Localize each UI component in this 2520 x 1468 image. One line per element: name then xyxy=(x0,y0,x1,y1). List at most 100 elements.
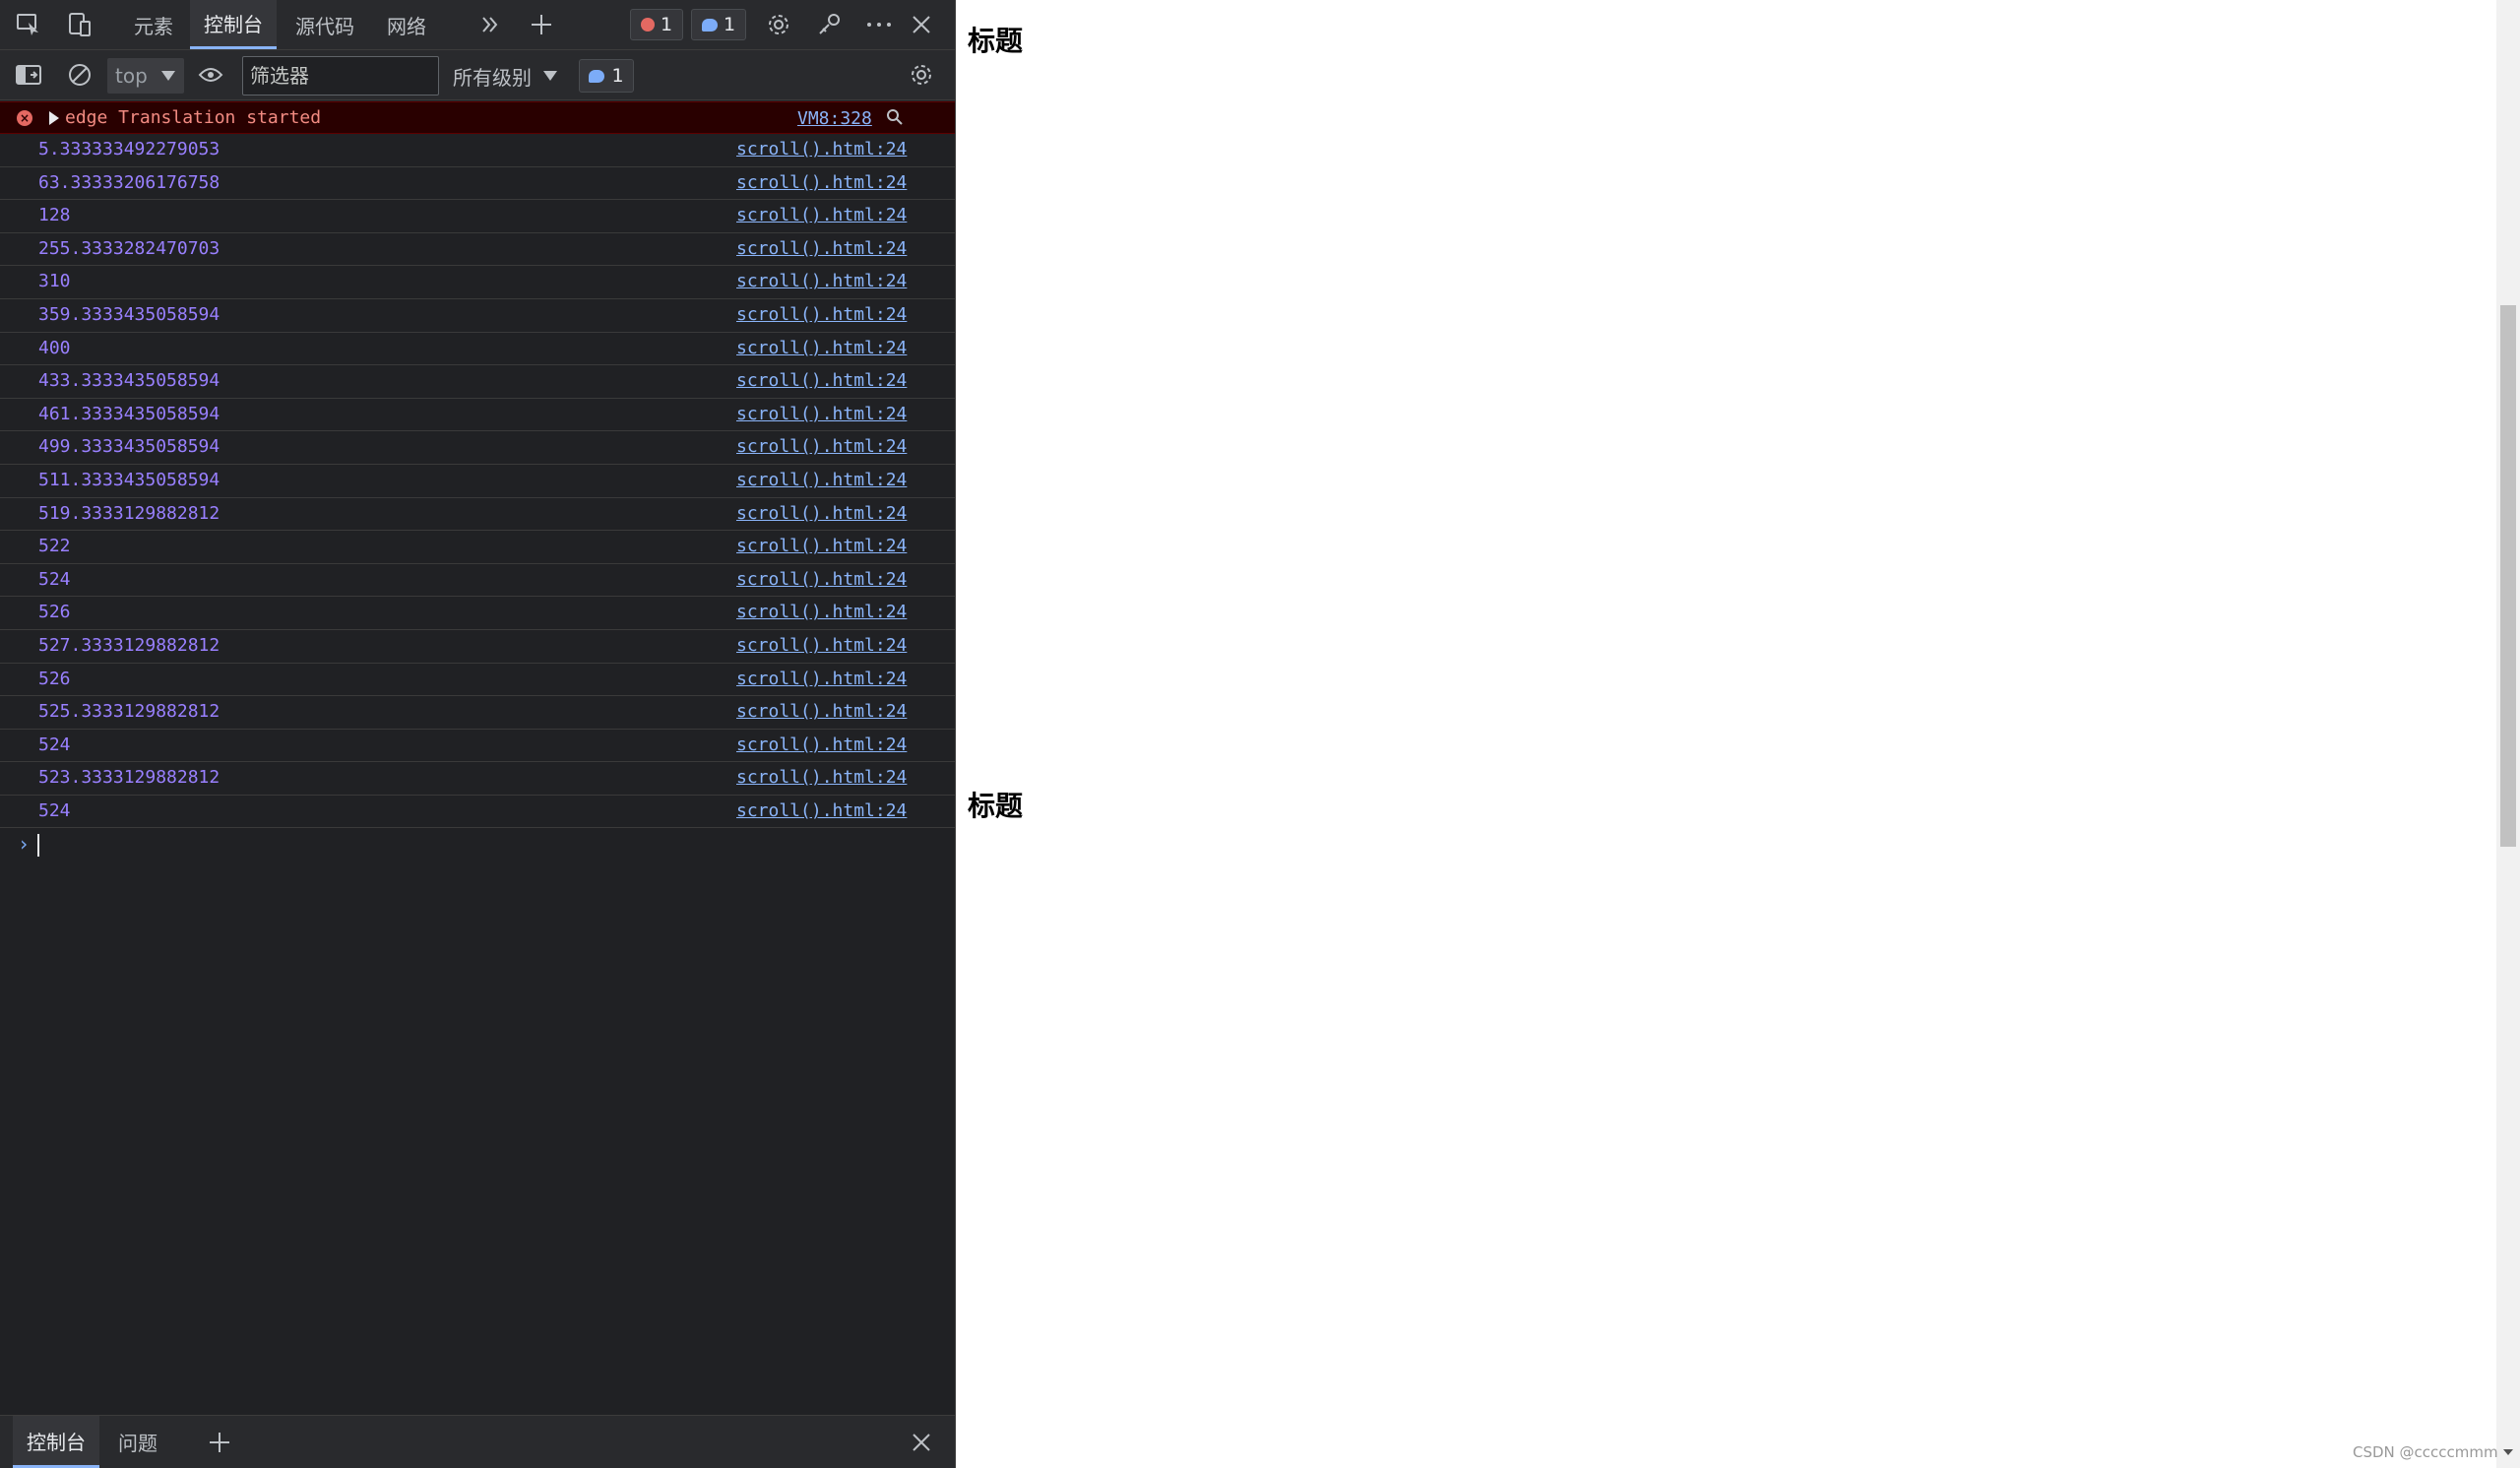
filter-input[interactable] xyxy=(242,56,439,96)
watermark: CSDN @cccccmmm xyxy=(2353,1443,2498,1461)
search-icon[interactable] xyxy=(886,108,904,131)
log-row: 524 scroll().html:24 xyxy=(0,564,955,598)
log-source-link[interactable]: scroll().html:24 xyxy=(736,139,907,160)
log-row: 433.3333435058594 scroll().html:24 xyxy=(0,365,955,399)
add-tab-icon[interactable] xyxy=(525,8,558,41)
tab-console[interactable]: 控制台 xyxy=(190,0,277,49)
log-row: 523.3333129882812 scroll().html:24 xyxy=(0,762,955,796)
log-row: 511.3333435058594 scroll().html:24 xyxy=(0,465,955,498)
device-toolbar-icon[interactable] xyxy=(63,8,96,41)
settings-gear-icon[interactable] xyxy=(762,8,795,41)
drawer-tab-issues[interactable]: 问题 xyxy=(104,1416,171,1468)
log-value: 400 xyxy=(38,337,71,358)
log-source-link[interactable]: scroll().html:24 xyxy=(736,172,907,193)
log-list: 5.333333492279053 scroll().html:24 63.3333… xyxy=(0,134,955,829)
clear-console-icon[interactable] xyxy=(63,58,96,92)
log-source-link[interactable]: scroll().html:24 xyxy=(736,734,907,755)
message-icon xyxy=(702,18,718,32)
log-value: 524 xyxy=(38,734,71,755)
log-source-link[interactable]: scroll().html:24 xyxy=(736,470,907,490)
log-value: 499.3333435058594 xyxy=(38,436,220,458)
log-value: 524 xyxy=(38,799,71,821)
log-row: 400 scroll().html:24 xyxy=(0,333,955,366)
message-icon xyxy=(589,69,605,83)
log-source-link[interactable]: scroll().html:24 xyxy=(736,800,907,821)
page-scrollbar[interactable] xyxy=(2496,0,2520,1468)
log-value: 511.3333435058594 xyxy=(38,469,220,490)
drawer-add-tab-icon[interactable] xyxy=(203,1426,236,1459)
log-source-link[interactable]: scroll().html:24 xyxy=(736,536,907,556)
more-options-icon[interactable] xyxy=(862,8,896,41)
log-row: 5.333333492279053 scroll().html:24 xyxy=(0,134,955,167)
live-expression-eye-icon[interactable] xyxy=(194,58,227,92)
log-row: 461.3333435058594 scroll().html:24 xyxy=(0,399,955,432)
tab-elements[interactable]: 元素 xyxy=(120,0,187,49)
log-value: 128 xyxy=(38,205,71,226)
log-row: 255.3333282470703 scroll().html:24 xyxy=(0,233,955,267)
log-row: 525.3333129882812 scroll().html:24 xyxy=(0,696,955,730)
drawer-tab-console[interactable]: 控制台 xyxy=(13,1416,99,1468)
log-source-link[interactable]: scroll().html:24 xyxy=(736,436,907,457)
chevron-down-icon xyxy=(543,71,557,81)
log-source-link[interactable]: scroll().html:24 xyxy=(736,370,907,391)
message-count-badge[interactable]: 1 xyxy=(691,9,747,40)
log-source-link[interactable]: scroll().html:24 xyxy=(736,701,907,722)
connect-icon[interactable] xyxy=(813,8,847,41)
log-source-link[interactable]: scroll().html:24 xyxy=(736,767,907,788)
log-value: 527.3333129882812 xyxy=(38,634,220,656)
log-row: 522 scroll().html:24 xyxy=(0,531,955,564)
drawer-close-icon[interactable] xyxy=(905,1426,938,1459)
expand-triangle-icon[interactable] xyxy=(49,111,59,125)
log-row: 524 scroll().html:24 xyxy=(0,796,955,829)
tab-network[interactable]: 网络 xyxy=(373,0,440,49)
more-tabs-icon[interactable] xyxy=(473,8,507,41)
inspect-element-icon[interactable] xyxy=(12,8,45,41)
console-settings-gear-icon[interactable] xyxy=(905,58,938,92)
log-row: 63.33333206176758 scroll().html:24 xyxy=(0,167,955,201)
log-value: 526 xyxy=(38,602,71,623)
scroll-down-arrow-icon[interactable] xyxy=(2503,1449,2513,1455)
log-source-link[interactable]: scroll().html:24 xyxy=(736,304,907,325)
console-prompt[interactable]: › xyxy=(0,828,955,862)
console-toolbar: top 所有级别 1 xyxy=(0,50,955,100)
prompt-chevron-icon: › xyxy=(18,832,31,857)
log-source-link[interactable]: scroll().html:24 xyxy=(736,338,907,358)
tab-sources[interactable]: 源代码 xyxy=(282,0,368,49)
log-source-link[interactable]: scroll().html:24 xyxy=(736,238,907,259)
log-source-link[interactable]: scroll().html:24 xyxy=(736,205,907,225)
log-value: 519.3333129882812 xyxy=(38,502,220,524)
log-row: 310 scroll().html:24 xyxy=(0,266,955,299)
log-source-link[interactable]: scroll().html:24 xyxy=(736,271,907,291)
drawer-tabbar: 控制台 问题 xyxy=(0,1415,955,1468)
log-value: 255.3333282470703 xyxy=(38,237,220,259)
error-message-row[interactable]: × edge Translation started VM8:328 xyxy=(0,101,955,134)
log-source-link[interactable]: scroll().html:24 xyxy=(736,602,907,622)
log-row: 526 scroll().html:24 xyxy=(0,664,955,697)
log-source-link[interactable]: scroll().html:24 xyxy=(736,569,907,590)
close-devtools-icon[interactable] xyxy=(905,8,938,41)
log-source-link[interactable]: scroll().html:24 xyxy=(736,503,907,524)
page-heading-second: 标题 xyxy=(968,790,1024,822)
error-icon: × xyxy=(17,110,32,126)
log-value: 310 xyxy=(38,271,71,292)
sidebar-toggle-icon[interactable] xyxy=(12,58,45,92)
devtools-panel: 元素 控制台 源代码 网络 1 1 top 筛选器 所有级别 1 × edge … xyxy=(0,0,956,1468)
log-value: 522 xyxy=(38,536,71,557)
log-row: 128 scroll().html:24 xyxy=(0,200,955,233)
log-value: 525.3333129882812 xyxy=(38,701,220,723)
log-value: 433.3333435058594 xyxy=(38,370,220,392)
log-row: 527.3333129882812 scroll().html:24 xyxy=(0,630,955,664)
issues-count-badge[interactable]: 1 xyxy=(579,59,634,93)
log-levels-dropdown[interactable]: 所有级别 xyxy=(453,58,557,94)
context-selector[interactable]: top xyxy=(107,58,184,94)
error-icon xyxy=(641,18,655,32)
log-source-link[interactable]: scroll().html:24 xyxy=(736,669,907,689)
devtools-tabbar: 元素 控制台 源代码 网络 1 1 xyxy=(0,0,955,50)
log-source-link[interactable]: scroll().html:24 xyxy=(736,635,907,656)
log-value: 524 xyxy=(38,568,71,590)
log-source-link[interactable]: scroll().html:24 xyxy=(736,404,907,424)
scrollbar-thumb[interactable] xyxy=(2500,305,2516,847)
page-heading-top: 标题 xyxy=(968,25,1024,57)
error-count-badge[interactable]: 1 xyxy=(630,9,684,40)
error-source-link[interactable]: VM8:328 xyxy=(797,108,872,129)
